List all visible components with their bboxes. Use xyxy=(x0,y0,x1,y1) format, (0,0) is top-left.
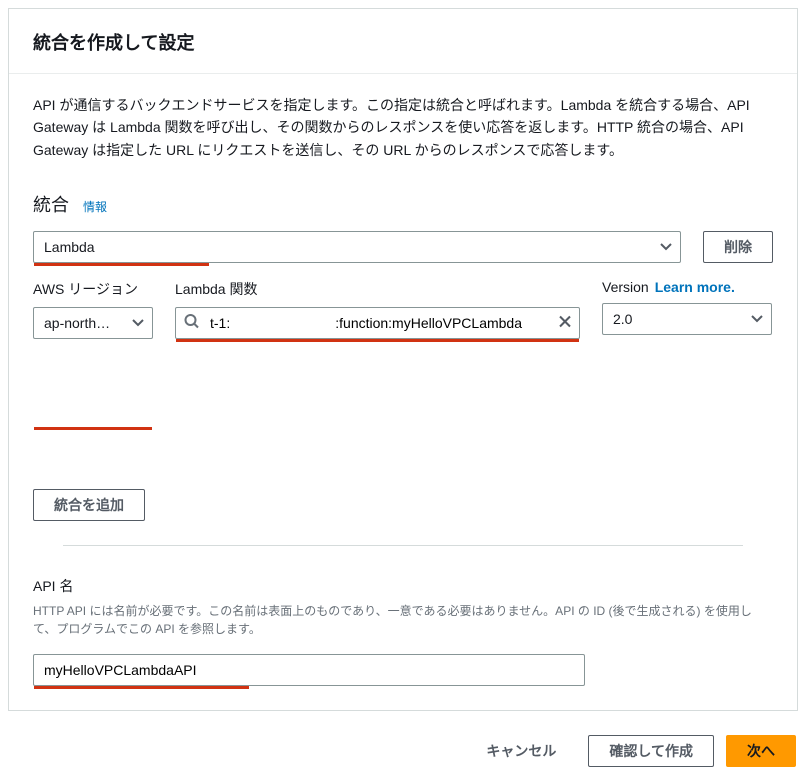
integration-section-title: 統合 xyxy=(33,191,69,217)
chevron-down-icon xyxy=(751,315,763,323)
panel-body: API が通信するバックエンドサービスを指定します。この指定は統合と呼ばれます。… xyxy=(9,74,797,710)
lambda-function-label: Lambda 関数 xyxy=(175,279,580,299)
api-name-label: API 名 xyxy=(33,576,773,596)
search-icon xyxy=(184,314,200,333)
region-label: AWS リージョン xyxy=(33,279,153,299)
version-value: 2.0 xyxy=(613,311,632,327)
version-field: Version Learn more. 2.0 xyxy=(602,279,772,473)
lambda-function-input-wrap xyxy=(175,307,580,339)
highlight-underline xyxy=(34,427,152,430)
region-value: ap-north… xyxy=(44,315,110,331)
highlight-underline xyxy=(34,263,209,266)
next-button[interactable]: 次へ xyxy=(726,735,796,767)
panel-title: 統合を作成して設定 xyxy=(33,29,773,55)
section-divider xyxy=(63,545,743,546)
review-create-button[interactable]: 確認して作成 xyxy=(588,735,714,767)
integration-type-row: Lambda 削除 xyxy=(33,231,773,263)
integration-section-header: 統合 情報 xyxy=(33,191,773,217)
delete-integration-button[interactable]: 削除 xyxy=(703,231,773,263)
info-link[interactable]: 情報 xyxy=(83,198,107,215)
integration-type-select[interactable]: Lambda xyxy=(33,231,681,263)
integration-panel: 統合を作成して設定 API が通信するバックエンドサービスを指定します。この指定… xyxy=(8,8,798,711)
highlight-underline xyxy=(34,686,249,689)
wizard-footer: キャンセル 確認して作成 次へ xyxy=(0,719,806,775)
cancel-button[interactable]: キャンセル xyxy=(466,735,576,767)
version-label: Version Learn more. xyxy=(602,279,772,295)
lambda-function-field: Lambda 関数 xyxy=(175,279,580,473)
panel-header: 統合を作成して設定 xyxy=(9,9,797,74)
version-select[interactable]: 2.0 xyxy=(602,303,772,473)
region-field: AWS リージョン ap-north… xyxy=(33,279,153,473)
chevron-down-icon xyxy=(660,243,672,251)
lambda-function-input[interactable] xyxy=(175,307,580,339)
region-select[interactable]: ap-north… xyxy=(33,307,153,427)
api-name-section: API 名 HTTP API には名前が必要です。この名前は表面上のものであり、… xyxy=(33,576,773,686)
clear-icon[interactable] xyxy=(558,315,572,332)
integration-details-row: AWS リージョン ap-north… Lambda 関数 xyxy=(33,279,773,473)
panel-description: API が通信するバックエンドサービスを指定します。この指定は統合と呼ばれます。… xyxy=(33,94,773,161)
add-integration-button[interactable]: 統合を追加 xyxy=(33,489,145,521)
integration-type-value: Lambda xyxy=(44,239,95,255)
api-name-description: HTTP API には名前が必要です。この名前は表面上のものであり、一意である必… xyxy=(33,602,773,638)
api-name-input[interactable] xyxy=(33,654,585,686)
highlight-underline xyxy=(176,339,579,342)
learn-more-link[interactable]: Learn more. xyxy=(655,279,735,295)
chevron-down-icon xyxy=(132,319,144,327)
